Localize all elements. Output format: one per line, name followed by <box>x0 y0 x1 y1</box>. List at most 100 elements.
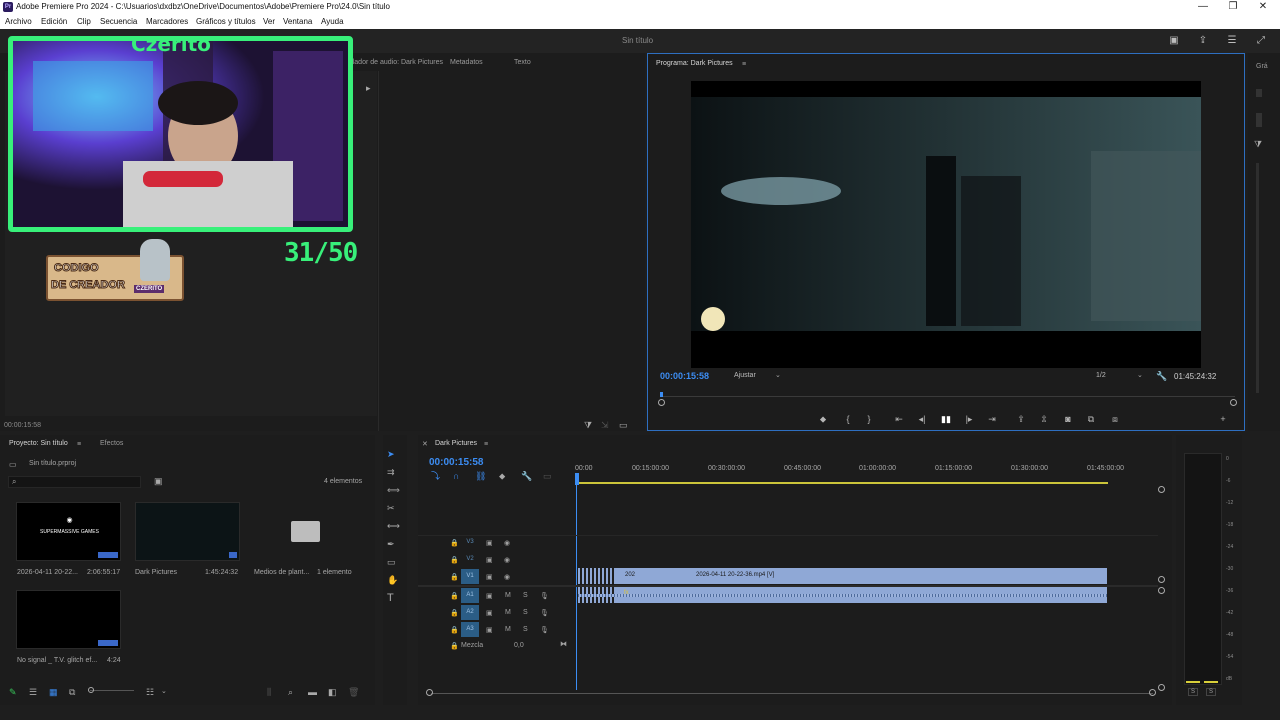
linked-selection-icon[interactable]: ⛓ <box>475 471 486 481</box>
menu-graficos[interactable]: Gráficos y títulos <box>196 17 256 26</box>
tab-graphics[interactable]: Grá <box>1256 63 1268 70</box>
mute-a3-icon[interactable]: M <box>505 626 511 633</box>
project-item-thumb-4[interactable] <box>16 590 121 649</box>
automate-icon[interactable]: ⫼ <box>267 687 271 697</box>
sync-a1-icon[interactable]: ▣ <box>486 592 493 600</box>
mark-out-icon[interactable]: } <box>863 413 875 425</box>
track-label-v1[interactable]: V1 <box>461 569 479 584</box>
fit-chevron-icon[interactable]: ⌄ <box>775 371 781 381</box>
lock-a1-icon[interactable]: 🔒 <box>450 592 459 600</box>
list-view-icon[interactable]: ☰ <box>29 687 37 697</box>
step-forward-icon[interactable]: |▸ <box>963 413 975 425</box>
add-marker-icon[interactable]: ⬥ <box>817 413 829 425</box>
solo-a1-icon[interactable]: S <box>523 592 528 599</box>
menu-secuencia[interactable]: Secuencia <box>100 17 137 26</box>
mic-a1-icon[interactable]: 🎙 <box>540 592 549 600</box>
insert-icon[interactable]: ⇲ <box>601 420 609 430</box>
filter-funnel-icon[interactable]: ⧩ <box>1254 139 1262 149</box>
h-zoom-left-handle[interactable] <box>426 689 433 696</box>
lock-v3-icon[interactable]: 🔒 <box>450 539 459 547</box>
mix-nav-icon[interactable]: ⧓ <box>560 640 567 648</box>
solo-a2-icon[interactable]: S <box>523 609 528 616</box>
eye-v2-icon[interactable]: ◉ <box>504 556 510 564</box>
restore-button[interactable]: ❐ <box>1218 1 1248 12</box>
new-bin-icon[interactable]: ▬ <box>308 687 317 697</box>
icon-view-icon[interactable]: ▦ <box>49 687 58 697</box>
sort-chevron-icon[interactable]: ⌄ <box>161 687 167 697</box>
lock-a2-icon[interactable]: 🔒 <box>450 609 459 617</box>
menu-ver[interactable]: Ver <box>263 17 275 26</box>
solo-right-button[interactable]: S <box>1206 688 1217 696</box>
eye-v3-icon[interactable]: ◉ <box>504 539 510 547</box>
work-area-bar[interactable] <box>576 482 1108 484</box>
audio-bottom-handle[interactable] <box>1158 684 1165 691</box>
add-marker-timeline-icon[interactable]: ⬥ <box>499 471 505 481</box>
menu-archivo[interactable]: Archivo <box>5 17 32 26</box>
mic-a3-icon[interactable]: 🎙 <box>540 626 549 634</box>
extract-icon[interactable]: ⇫ <box>1038 413 1050 425</box>
project-menu-icon[interactable]: ≡ <box>77 440 81 450</box>
tab-metadatos[interactable]: Metadatos <box>450 59 483 66</box>
horizontal-zoom-bar[interactable] <box>431 693 1153 694</box>
track-label-a2[interactable]: A2 <box>461 605 479 620</box>
solo-left-button[interactable]: S <box>1188 688 1199 696</box>
go-to-out-icon[interactable]: ⇥ <box>986 413 998 425</box>
project-item-thumb-1[interactable]: ◉ SUPERMASSIVE GAMES <box>16 502 121 561</box>
captions-track-icon[interactable]: ▭ <box>543 471 552 481</box>
close-button[interactable]: ✕ <box>1248 1 1278 12</box>
sort-icon[interactable]: ☷ <box>146 687 154 697</box>
snap-icon[interactable]: ∩ <box>453 471 459 481</box>
menu-edicion[interactable]: Edición <box>41 17 67 26</box>
bin-folder-icon[interactable] <box>291 521 320 542</box>
insert-clip-icon[interactable]: ⧉ <box>1085 413 1097 425</box>
trash-icon[interactable]: 🗑 <box>348 687 359 697</box>
hand-tool-icon[interactable]: ✋ <box>387 575 398 585</box>
timeline-settings-icon[interactable]: 🔧 <box>521 471 532 481</box>
search-input[interactable]: ⌕ <box>8 476 141 488</box>
mute-a2-icon[interactable]: M <box>505 609 511 616</box>
menu-clip[interactable]: Clip <box>77 17 91 26</box>
new-bin-search-icon[interactable]: ▣ <box>154 476 163 486</box>
tab-effects[interactable]: Efectos <box>100 440 123 447</box>
selection-tool-icon[interactable]: ➤ <box>387 449 395 459</box>
eye-v1-icon[interactable]: ◉ <box>504 573 510 581</box>
sync-a3-icon[interactable]: ▣ <box>486 626 493 634</box>
zoom-handle-right[interactable] <box>1230 399 1237 406</box>
mute-a1-icon[interactable]: M <box>505 592 511 599</box>
tab-project[interactable]: Proyecto: Sin título <box>9 440 68 447</box>
lift-icon[interactable]: ⇪ <box>1015 413 1027 425</box>
lock-v2-icon[interactable]: 🔒 <box>450 556 459 564</box>
video-clip-v1[interactable]: 202 2026-04-11 20-22-36.mp4 [V] <box>578 568 1107 584</box>
pencil-icon[interactable]: ✎ <box>9 687 17 697</box>
right-scrollbar[interactable] <box>1256 163 1259 393</box>
expand-arrow-icon[interactable]: ▸ <box>366 83 371 93</box>
scrubber-playhead[interactable] <box>660 392 663 397</box>
minimize-button[interactable]: — <box>1188 1 1218 12</box>
workspaces-menu-icon[interactable]: ☰ <box>1226 35 1238 47</box>
tab-texto[interactable]: Texto <box>514 59 531 66</box>
nest-icon[interactable]: ⤵ <box>431 471 440 481</box>
type-tool-icon[interactable]: T <box>387 593 394 604</box>
mic-a2-icon[interactable]: 🎙 <box>540 609 549 617</box>
tab-program[interactable]: Programa: Dark Pictures <box>656 60 733 67</box>
audio-clip-a1[interactable]: fx <box>578 587 1107 603</box>
razor-tool-icon[interactable]: ✂ <box>387 503 395 513</box>
mark-in-icon[interactable]: { <box>842 413 854 425</box>
sync-v1-icon[interactable]: ▣ <box>486 573 493 581</box>
lock-a3-icon[interactable]: 🔒 <box>450 626 459 634</box>
h-zoom-right-handle[interactable] <box>1149 689 1156 696</box>
zoom-slider-handle[interactable] <box>88 687 94 693</box>
step-back-icon[interactable]: ◂| <box>916 413 928 425</box>
resolution-chevron-icon[interactable]: ⌄ <box>1137 371 1143 381</box>
sequence-menu-icon[interactable]: ≡ <box>484 440 488 450</box>
pen-tool-icon[interactable]: ✒ <box>387 539 395 549</box>
mix-value[interactable]: 0,0 <box>514 642 524 649</box>
audio-zoom-handle[interactable] <box>1158 587 1165 594</box>
find-icon[interactable]: ⌕ <box>288 687 293 697</box>
track-label-a1[interactable]: A1 <box>461 588 479 603</box>
program-timecode[interactable]: 00:00:15:58 <box>660 371 709 381</box>
ripple-edit-icon[interactable]: ⟺ <box>387 485 400 495</box>
go-to-in-icon[interactable]: ⇤ <box>893 413 905 425</box>
share-icon[interactable]: ⇪ <box>1197 35 1209 47</box>
lock-v1-icon[interactable]: 🔒 <box>450 573 459 581</box>
